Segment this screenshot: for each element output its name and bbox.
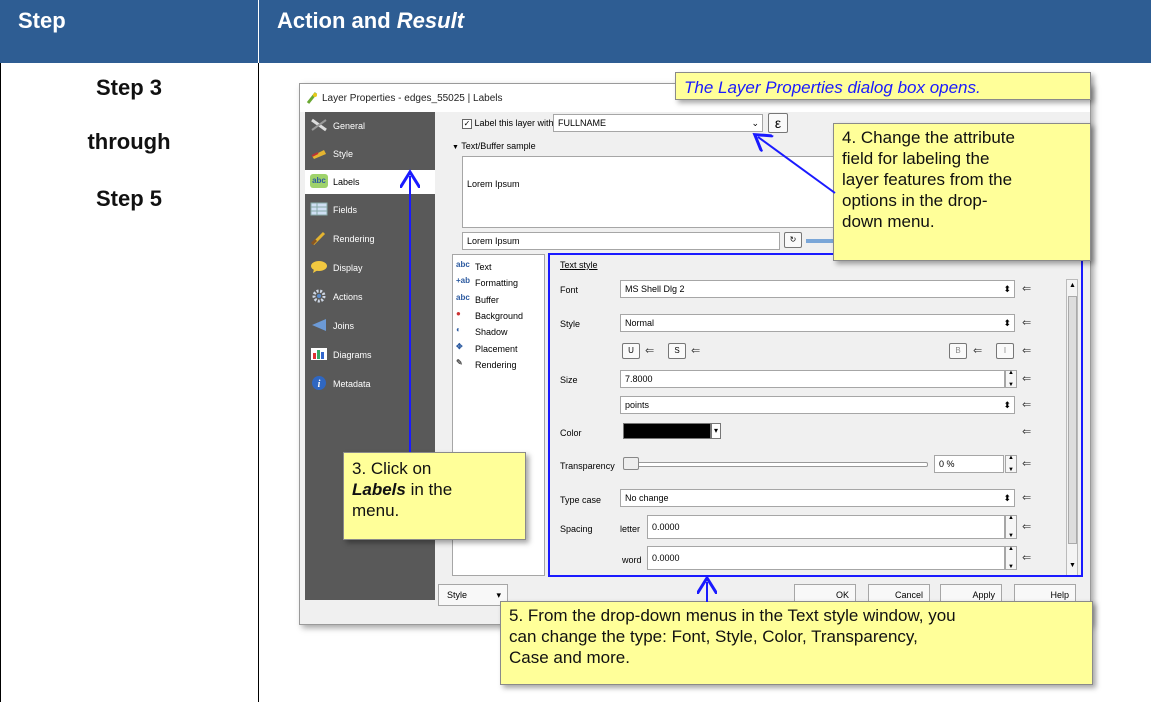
sidebar-item-rendering[interactable]: Rendering	[305, 227, 435, 251]
gear-icon	[312, 289, 326, 303]
sidebar-item-label: Display	[333, 263, 363, 273]
list-item-label: Placement	[475, 344, 518, 354]
list-item-shadow[interactable]: ◐ Shadow	[453, 325, 545, 339]
step-line-1: Step 3	[95, 75, 163, 100]
callout-step-4: 4. Change the attribute field for labeli…	[833, 123, 1091, 261]
callout-4-line: field for labeling the	[842, 149, 990, 168]
callout-4-line: options in the drop-	[842, 191, 988, 210]
join-icon	[312, 319, 326, 331]
sidebar-item-label: Labels	[333, 177, 360, 187]
list-item-rendering[interactable]: ✎ Rendering	[453, 358, 545, 372]
callout-4-line: 4. Change the attribute	[842, 128, 1015, 147]
text-style-highlight	[548, 253, 1083, 577]
info-icon: i	[312, 376, 326, 390]
sidebar-item-display[interactable]: Display	[305, 256, 435, 280]
label-field-value: FULLNAME	[558, 118, 607, 128]
callout-5-line: Case and more.	[509, 648, 630, 667]
buffer-icon: abc	[456, 293, 470, 302]
table-icon	[310, 202, 328, 216]
step-line-3: Step 5	[95, 186, 163, 211]
cancel-button-label: Cancel	[894, 590, 923, 600]
dialog-title: Layer Properties - edges_55025 | Labels	[322, 93, 503, 104]
sidebar-item-label: Actions	[333, 292, 363, 302]
list-item-label: Text	[475, 262, 492, 272]
speech-bubble-icon	[311, 261, 327, 273]
chevron-down-icon: ⌄	[751, 118, 759, 128]
qgis-icon	[306, 92, 318, 104]
list-item-label: Rendering	[475, 360, 517, 370]
label-field-select[interactable]: FULLNAME ⌄	[553, 114, 763, 132]
sidebar-item-label: Metadata	[333, 379, 371, 389]
sidebar-item-label: Style	[333, 149, 354, 159]
abc-label-icon: abc	[310, 174, 328, 188]
list-item-label: Formatting	[475, 278, 519, 288]
label-checkbox-text: Label this layer with	[474, 118, 554, 128]
formatting-icon: +ab	[456, 276, 471, 285]
background-icon: ●	[456, 309, 461, 318]
callout-3-rest: in the	[405, 480, 453, 499]
column-divider	[258, 63, 259, 702]
sidebar-item-label: General	[333, 121, 366, 131]
sample-preview: Lorem Ipsum	[462, 156, 846, 228]
list-item-placement[interactable]: ✥ Placement	[453, 342, 545, 356]
list-item-label: Background	[475, 311, 524, 321]
list-item-formatting[interactable]: +ab Formatting	[453, 276, 545, 290]
sample-preview-text: Lorem Ipsum	[467, 179, 520, 189]
refresh-sample-icon[interactable]: ↻	[784, 232, 802, 248]
list-item-background[interactable]: ● Background	[453, 309, 545, 323]
callout-4-line: layer features from the	[842, 170, 1013, 189]
sample-input-value: Lorem Ipsum	[467, 236, 520, 246]
callout-3-line: Labels in the	[352, 479, 517, 500]
left-border	[0, 63, 1, 702]
sidebar-item-diagrams[interactable]: Diagrams	[305, 343, 435, 367]
placement-icon: ✥	[456, 342, 463, 351]
rendering-icon: ✎	[456, 358, 463, 367]
label-layer-checkbox[interactable]: ✓ Label this layer with	[462, 118, 554, 129]
callout-3-line: 3. Click on	[352, 459, 432, 478]
abc-icon: abc	[456, 260, 470, 269]
callout-5-line: 5. From the drop-down menus in the Text …	[509, 606, 956, 625]
callout-4-line: down menu.	[842, 212, 935, 231]
sidebar-item-labels[interactable]: abc Labels	[305, 170, 435, 194]
sidebar-item-label: Fields	[333, 205, 358, 215]
sample-section-header[interactable]: ▼ Text/Buffer sample	[452, 141, 536, 151]
header-step: Step	[0, 0, 258, 63]
list-item-label: Buffer	[475, 295, 499, 305]
sidebar-item-label: Rendering	[333, 234, 375, 244]
sidebar-item-fields[interactable]: Fields	[305, 198, 435, 222]
callout-5-line: can change the type: Font, Style, Color,…	[509, 627, 918, 646]
sample-text-input[interactable]: Lorem Ipsum	[462, 232, 780, 250]
style-menu-button[interactable]: Style ▾	[438, 584, 508, 606]
ok-button-label: OK	[835, 590, 849, 600]
step-line-2: through	[87, 129, 171, 154]
paint-brush-icon	[310, 231, 326, 245]
list-item-label: Shadow	[475, 327, 508, 337]
callout-dialog-opens: The Layer Properties dialog box opens.	[675, 72, 1091, 100]
sidebar-item-general[interactable]: General	[305, 114, 435, 138]
style-button-label: Style	[447, 590, 468, 600]
sidebar-item-metadata[interactable]: i Metadata	[305, 372, 435, 396]
callout-step-5: 5. From the drop-down menus in the Text …	[500, 601, 1093, 685]
callout-dialog-opens-text: The Layer Properties dialog box opens.	[684, 78, 981, 97]
list-item-buffer[interactable]: abc Buffer	[453, 293, 545, 307]
apply-button-label: Apply	[972, 590, 995, 600]
tools-icon	[311, 118, 327, 132]
sidebar-item-joins[interactable]: Joins	[305, 314, 435, 338]
header-action: Action and Result	[259, 0, 1151, 63]
help-button-label: Help	[1050, 590, 1069, 600]
sample-section-label: Text/Buffer sample	[461, 141, 536, 151]
brush-icon	[311, 150, 326, 159]
expression-button[interactable]: ε	[768, 113, 788, 133]
svg-text:i: i	[318, 379, 321, 390]
callout-3-emphasis: Labels	[352, 480, 406, 499]
callout-3-line: menu.	[352, 501, 400, 520]
list-item-text[interactable]: abc Text	[453, 260, 545, 274]
chart-icon	[311, 348, 327, 360]
sidebar-item-label: Joins	[333, 321, 355, 331]
sidebar-item-actions[interactable]: Actions	[305, 285, 435, 309]
callout-step-3: 3. Click on Labels in the menu.	[343, 452, 526, 540]
shadow-icon: ◐	[456, 325, 461, 334]
sidebar-item-label: Diagrams	[333, 350, 372, 360]
sidebar-item-style[interactable]: Style	[305, 142, 435, 166]
